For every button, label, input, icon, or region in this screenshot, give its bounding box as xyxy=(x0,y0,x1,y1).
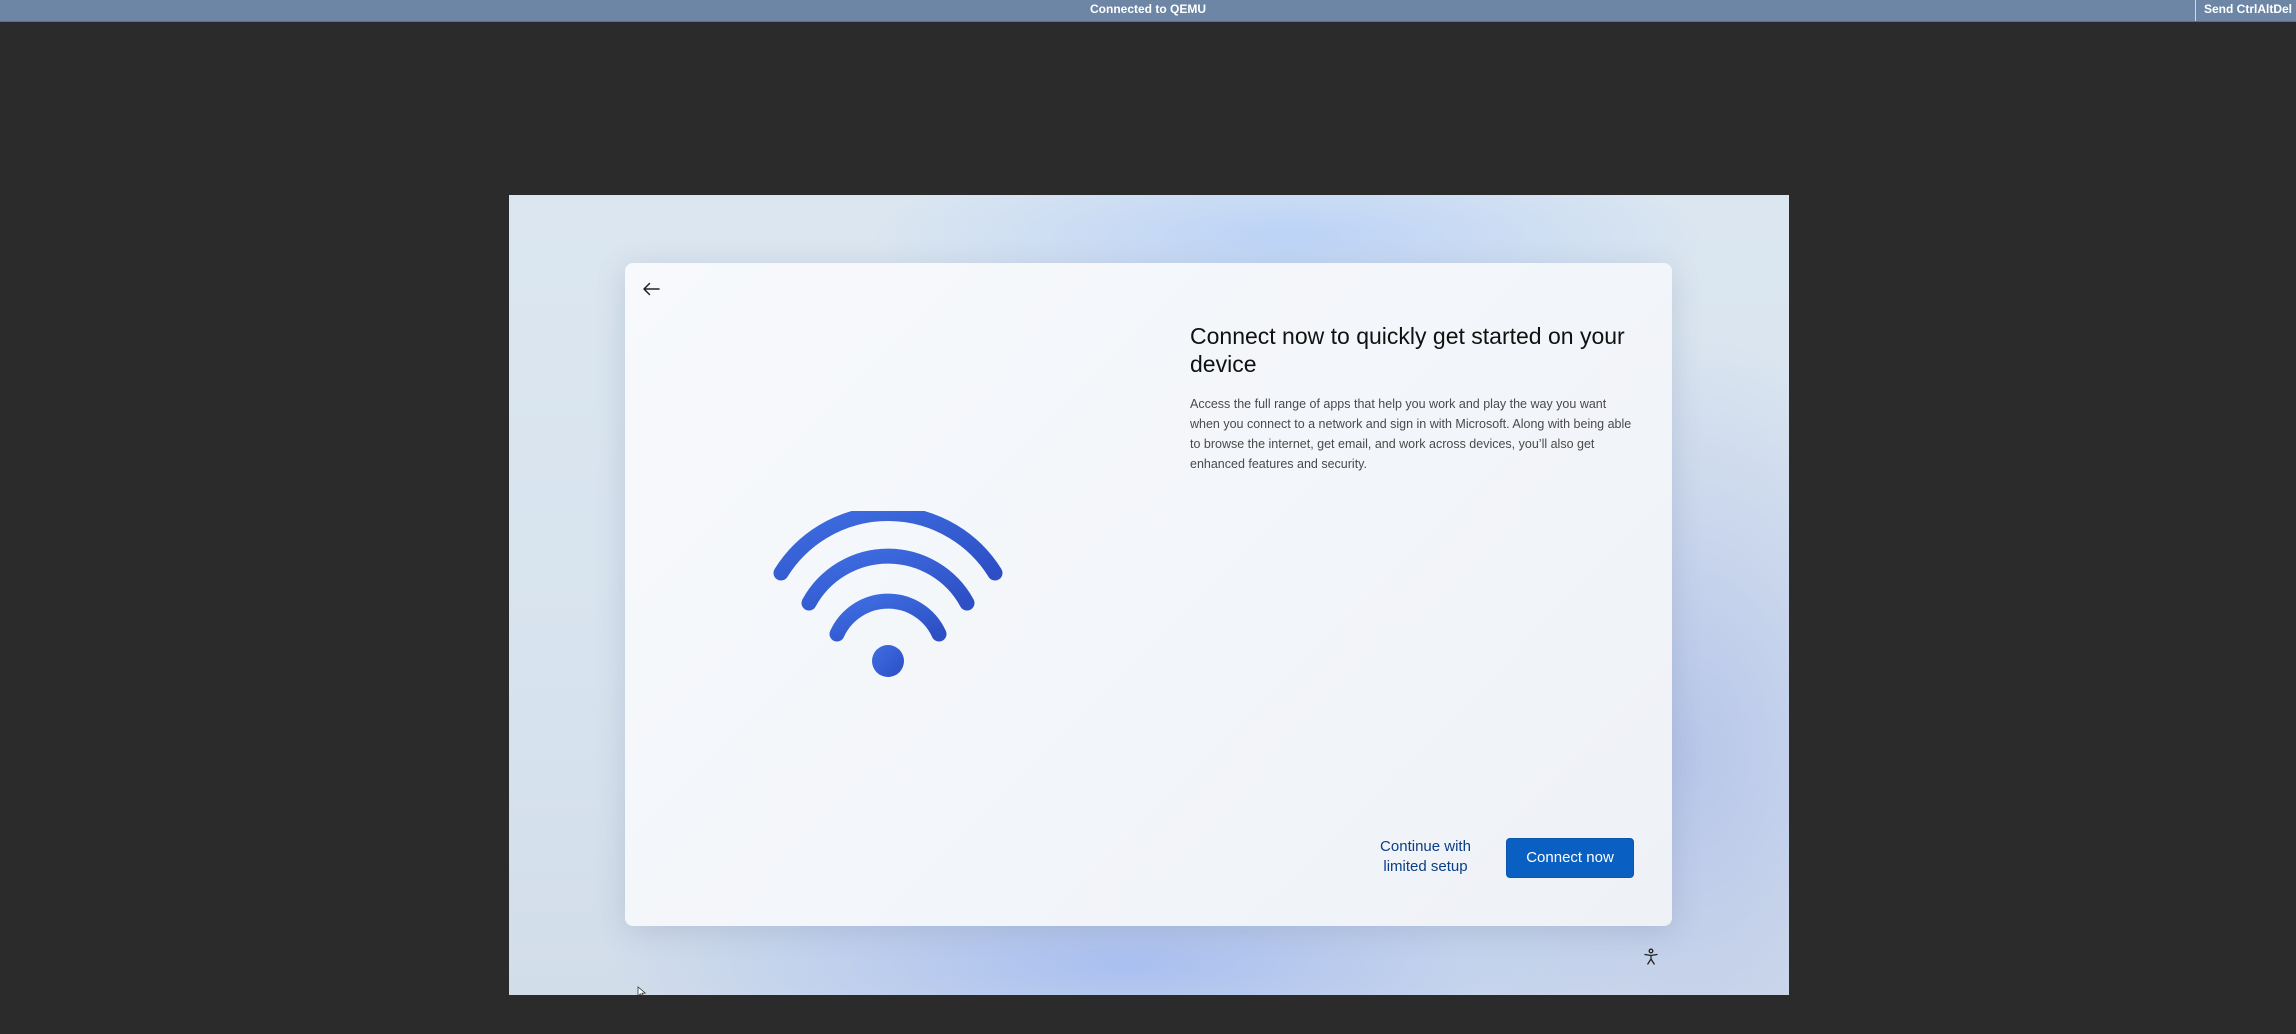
accessibility-button[interactable] xyxy=(1640,946,1662,968)
accessibility-icon xyxy=(1644,948,1658,965)
arrow-left-icon xyxy=(643,282,660,296)
page-heading: Connect now to quickly get started on yo… xyxy=(1190,323,1625,377)
connection-status-title: Connected to QEMU xyxy=(1090,2,1206,16)
vm-screen: Connect now to quickly get started on yo… xyxy=(509,195,1789,995)
back-button[interactable] xyxy=(635,275,667,303)
continue-limited-setup-button[interactable]: Continue with limited setup xyxy=(1368,837,1483,877)
oobe-network-dialog: Connect now to quickly get started on yo… xyxy=(625,263,1672,926)
send-ctrl-alt-del-button[interactable]: Send CtrlAltDel xyxy=(2194,0,2296,21)
mouse-cursor-icon xyxy=(637,986,647,995)
connect-now-button[interactable]: Connect now xyxy=(1506,838,1634,878)
wifi-icon xyxy=(773,511,1003,677)
page-description: Access the full range of apps that help … xyxy=(1190,397,1632,471)
vnc-viewer-bar: Connected to QEMU Send CtrlAltDel xyxy=(0,0,2296,22)
